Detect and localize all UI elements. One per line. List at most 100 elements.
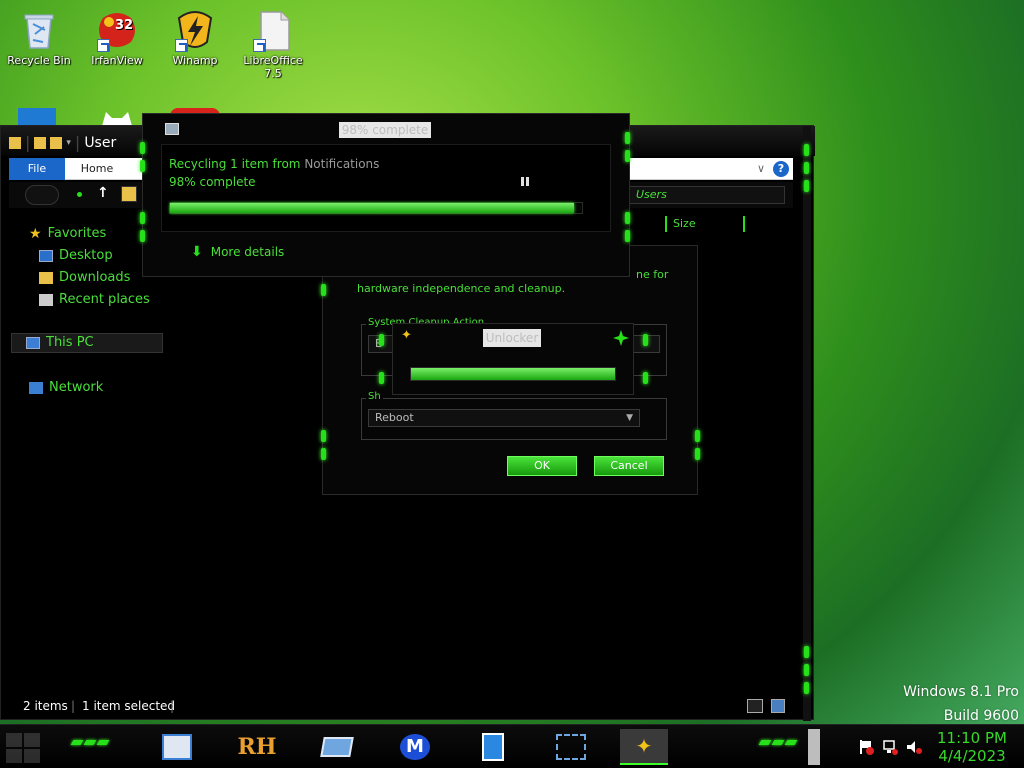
new-folder-icon[interactable] bbox=[50, 136, 63, 149]
recycle-operation-icon bbox=[165, 123, 179, 135]
document-icon bbox=[482, 733, 504, 761]
network-icon bbox=[29, 382, 43, 394]
tab-home[interactable]: Home bbox=[69, 158, 125, 180]
taskbar-app-document[interactable] bbox=[472, 729, 514, 765]
rh-icon: RH bbox=[237, 734, 277, 760]
nav-item-downloads[interactable]: Downloads bbox=[39, 268, 130, 288]
nav-label: Desktop bbox=[59, 248, 113, 263]
frame-glow bbox=[321, 448, 326, 460]
unlocker-dialog[interactable]: ✦ Unlocker bbox=[379, 323, 648, 395]
back-button[interactable] bbox=[25, 185, 59, 205]
window-frame-right bbox=[803, 126, 811, 721]
nav-label: Network bbox=[49, 380, 104, 395]
details-view-icon[interactable] bbox=[747, 699, 763, 713]
window-title: User bbox=[84, 134, 117, 151]
frame-glow bbox=[625, 230, 630, 242]
chevron-down-icon[interactable]: ▾ bbox=[66, 138, 71, 148]
more-details-label: More details bbox=[210, 245, 285, 259]
desktop-icon-recycle-bin[interactable]: Recycle Bin bbox=[0, 4, 78, 67]
pause-button[interactable] bbox=[521, 177, 531, 187]
ribbon-expand-chevron-icon[interactable]: ∨ bbox=[757, 162, 765, 175]
shortcut-arrow-icon bbox=[253, 39, 266, 52]
status-divider: | bbox=[71, 699, 76, 713]
frame-glow bbox=[625, 150, 630, 162]
irfanview-icon: 32 bbox=[95, 8, 139, 52]
progress-bar bbox=[169, 202, 583, 214]
select-value: Reboot bbox=[375, 411, 414, 424]
desktop-icon-libreoffice[interactable]: LibreOffice 7.5 bbox=[234, 4, 312, 80]
frame-glow bbox=[140, 212, 145, 224]
frame-glow bbox=[804, 646, 809, 658]
shutdown-group: Sh Reboot ▼ bbox=[361, 391, 667, 440]
nav-item-desktop[interactable]: Desktop bbox=[39, 246, 113, 266]
frame-glow bbox=[643, 334, 648, 346]
nav-label: Favorites bbox=[47, 226, 107, 241]
taskbar-app-unlocker[interactable]: ✦ bbox=[620, 729, 668, 765]
recent-places-icon bbox=[39, 294, 53, 306]
window-app-icon bbox=[320, 737, 354, 757]
navigation-pane: ★ Favorites Desktop Downloads Recent pla… bbox=[9, 218, 165, 688]
taskbar-app-malwarebytes[interactable]: M bbox=[394, 729, 436, 765]
location-folder-icon bbox=[121, 186, 137, 202]
ok-button[interactable]: OK bbox=[507, 456, 577, 476]
magic-wand-icon: ✦ bbox=[635, 734, 653, 758]
frame-glow bbox=[379, 372, 384, 384]
file-operation-progress-dialog[interactable]: 98% complete Recycling 1 item from Notif… bbox=[140, 113, 630, 277]
unlocker-title: Unlocker bbox=[483, 329, 541, 347]
taskbar-app-window[interactable] bbox=[316, 729, 358, 765]
taskbar-clock[interactable]: 11:10 PM 4/4/2023 bbox=[932, 729, 1012, 765]
large-icons-view-icon[interactable] bbox=[771, 699, 785, 713]
address-breadcrumb[interactable]: Users bbox=[629, 186, 785, 204]
desktop-icon-label: Winamp bbox=[172, 54, 218, 67]
pause-icon bbox=[526, 177, 529, 186]
cancel-button[interactable]: Cancel bbox=[594, 456, 664, 476]
nav-item-this-pc[interactable]: This PC bbox=[11, 333, 163, 353]
frame-glow bbox=[321, 430, 326, 442]
control-panel-icon bbox=[162, 734, 192, 760]
status-item-count: 2 items bbox=[23, 699, 68, 713]
properties-icon[interactable] bbox=[34, 136, 47, 149]
taskbar-app-rh[interactable]: RH bbox=[236, 729, 278, 765]
column-header-size[interactable]: Size bbox=[621, 216, 791, 234]
folder-icon[interactable] bbox=[9, 136, 21, 149]
malwarebytes-icon: M bbox=[400, 734, 430, 760]
action-center-flag-icon[interactable] bbox=[858, 739, 874, 755]
start-button[interactable] bbox=[6, 733, 40, 763]
shutdown-select[interactable]: Reboot ▼ bbox=[368, 409, 640, 427]
desktop-icon-winamp[interactable]: Winamp bbox=[156, 4, 234, 67]
tab-file[interactable]: File bbox=[9, 158, 65, 180]
taskbar-app-control-panel[interactable] bbox=[156, 729, 198, 765]
frame-glow bbox=[695, 430, 700, 442]
clock-time: 11:10 PM bbox=[937, 729, 1007, 747]
up-arrow-icon[interactable]: ↑ bbox=[97, 185, 109, 201]
help-icon[interactable]: ? bbox=[773, 161, 789, 177]
windows-build-watermark: Windows 8.1 Pro Build 9600 bbox=[903, 680, 1019, 728]
operation-source[interactable]: Notifications bbox=[304, 157, 379, 171]
status-selection: 1 item selected bbox=[82, 699, 176, 713]
recent-locations-dot-icon[interactable] bbox=[77, 192, 82, 197]
desktop-icon-irfanview[interactable]: 32 IrfanView bbox=[78, 4, 156, 67]
nav-item-network[interactable]: Network bbox=[29, 378, 103, 398]
network-setup-icon bbox=[556, 734, 586, 760]
taskbar-glow-right bbox=[758, 740, 798, 745]
volume-muted-icon[interactable] bbox=[906, 739, 922, 755]
frame-glow bbox=[804, 664, 809, 676]
frame-glow bbox=[804, 162, 809, 174]
quick-access-toolbar: | ▾ | User bbox=[9, 133, 116, 152]
desktop-icon-label: LibreOffice 7.5 bbox=[243, 54, 303, 80]
taskbar: RH M ✦ 11:10 PM 4/4/2023 bbox=[0, 724, 1024, 768]
libreoffice-icon bbox=[251, 8, 295, 52]
nav-item-recent-places[interactable]: Recent places bbox=[39, 290, 150, 310]
irfanview-badge: 32 bbox=[115, 18, 134, 33]
network-tray-icon[interactable] bbox=[882, 739, 898, 755]
status-divider: | bbox=[170, 699, 175, 713]
star-icon: ★ bbox=[29, 226, 42, 242]
arrow-down-icon: ⬇ bbox=[191, 244, 203, 260]
more-details-toggle[interactable]: ⬇ More details bbox=[191, 244, 284, 260]
chevron-down-icon: ▼ bbox=[626, 413, 633, 423]
taskbar-scroll-control[interactable] bbox=[808, 729, 820, 765]
nav-item-favorites[interactable]: ★ Favorites bbox=[29, 224, 106, 244]
pause-icon bbox=[521, 177, 524, 186]
taskbar-app-network-setup[interactable] bbox=[550, 729, 592, 765]
cleanup-text-tail: ne for bbox=[636, 268, 669, 281]
